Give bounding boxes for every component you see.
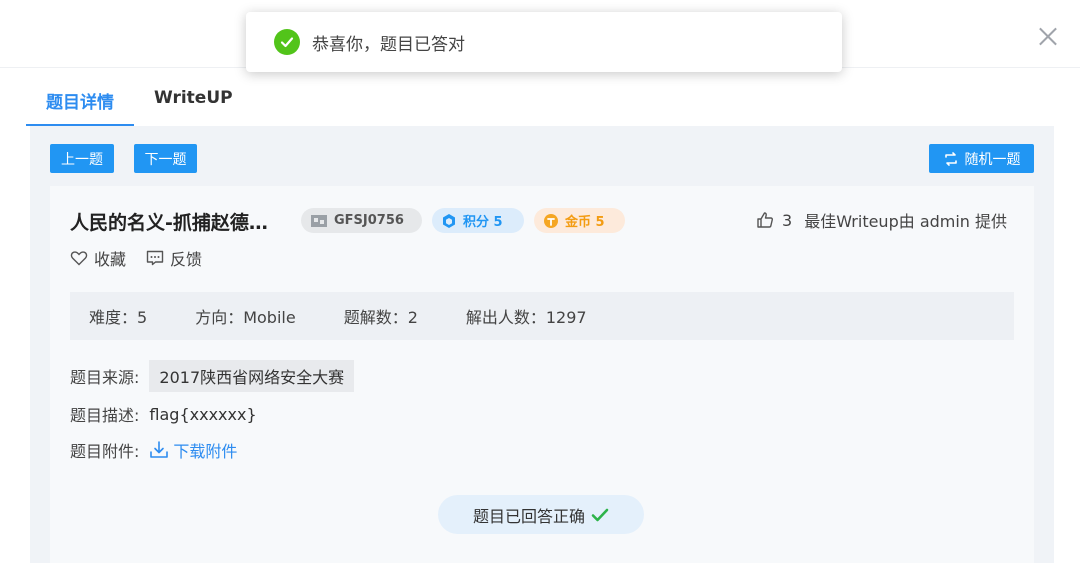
like-info: 3 最佳Writeup由 admin 提供	[756, 208, 1007, 232]
feedback-button[interactable]: 反馈	[146, 246, 202, 270]
success-toast: 恭喜你，题目已答对	[246, 12, 842, 72]
description-label: 题目描述:	[70, 406, 140, 425]
score-icon	[441, 213, 457, 229]
coin-value: 金币 5	[565, 215, 605, 230]
challenge-actions: 收藏 反馈	[70, 246, 222, 270]
download-label: 下载附件	[173, 442, 238, 461]
attachment-row: 题目附件: 下载附件	[70, 438, 237, 462]
close-icon[interactable]	[1038, 26, 1058, 46]
tab-challenge-details[interactable]: 题目详情	[26, 80, 134, 126]
shuffle-icon	[944, 151, 957, 166]
direction-stat: 方向：Mobile	[195, 308, 296, 327]
next-challenge-button[interactable]: 下一题	[134, 144, 197, 173]
toast-message: 恭喜你，题目已答对	[312, 34, 465, 55]
checkmark-icon	[591, 508, 609, 521]
prev-challenge-button[interactable]: 上一题	[50, 144, 114, 173]
difficulty-stat: 难度：5	[89, 308, 148, 327]
feedback-label: 反馈	[170, 250, 203, 269]
heart-icon	[70, 251, 88, 266]
solver-count-stat: 解出人数：1297	[465, 308, 587, 327]
score-value: 积分 5	[463, 215, 503, 230]
tab-bar: 题目详情 WriteUP	[26, 80, 253, 126]
source-label: 题目来源:	[70, 368, 140, 387]
challenge-title: 人民的名义-抓捕赵德…	[70, 212, 268, 234]
random-challenge-label: 随机一题	[964, 151, 1021, 168]
thumbs-up-icon[interactable]	[756, 211, 774, 229]
download-attachment-link[interactable]: 下载附件	[149, 438, 237, 462]
puzzle-icon	[310, 213, 328, 229]
message-icon	[146, 250, 164, 266]
challenge-id: GFSJ0756	[334, 213, 404, 228]
random-challenge-button[interactable]: 随机一题	[929, 144, 1034, 173]
download-icon	[150, 441, 169, 458]
challenge-stats: 难度：5 方向：Mobile 题解数：2 解出人数：1297	[70, 292, 1014, 340]
tab-writeup[interactable]: WriteUP	[134, 80, 253, 126]
coin-icon	[543, 213, 559, 229]
answered-status: 题目已回答正确	[438, 495, 644, 534]
score-badge: 积分 5	[432, 208, 524, 233]
challenge-panel: 上一题 下一题 随机一题 人民的名义-抓捕赵德… GFSJ0756 积分 5 金…	[30, 126, 1054, 563]
answered-label: 题目已回答正确	[472, 506, 585, 526]
description-value: flag{xxxxxx}	[149, 404, 257, 424]
challenge-id-badge: GFSJ0756	[301, 208, 422, 233]
challenge-card: 人民的名义-抓捕赵德… GFSJ0756 积分 5 金币 5 3 最佳Write…	[50, 186, 1034, 563]
source-tag: 2017陕西省网络安全大赛	[149, 360, 355, 392]
description-row: 题目描述: flag{xxxxxx}	[70, 402, 257, 426]
best-writeup-text: 最佳Writeup由 admin 提供	[804, 212, 1008, 231]
favorite-label: 收藏	[94, 250, 127, 269]
writeup-count-stat: 题解数：2	[343, 308, 418, 327]
attachment-label: 题目附件:	[70, 442, 140, 461]
check-circle-icon	[274, 29, 300, 55]
like-count: 3	[782, 210, 793, 230]
source-row: 题目来源: 2017陕西省网络安全大赛	[70, 360, 355, 392]
coin-badge: 金币 5	[534, 208, 625, 233]
favorite-button[interactable]: 收藏	[70, 246, 126, 270]
